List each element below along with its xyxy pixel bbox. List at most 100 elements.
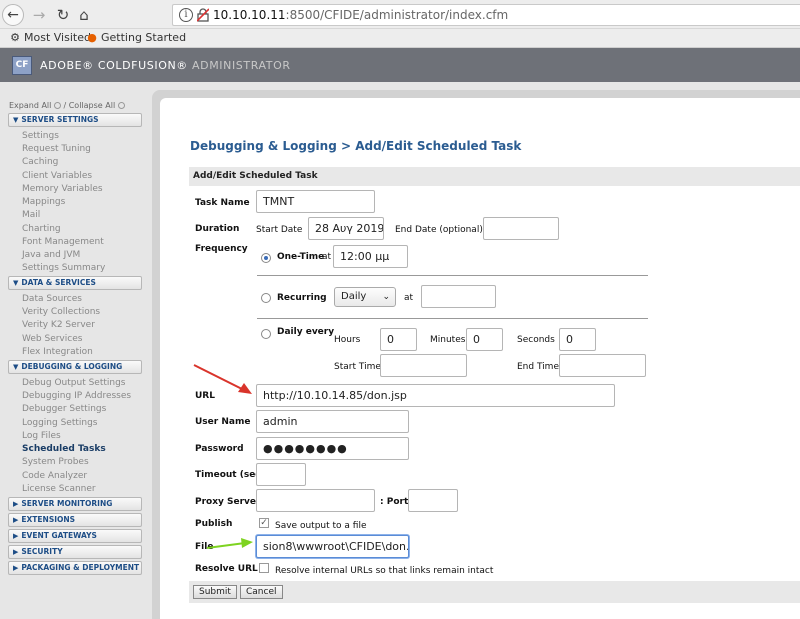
sidebar-item-verity-collections[interactable]: Verity Collections — [22, 307, 100, 317]
seconds-input[interactable]: 0 — [559, 328, 596, 351]
sidebar-item-settings-summary[interactable]: Settings Summary — [22, 263, 105, 273]
sidebar-item-request-tuning[interactable]: Request Tuning — [22, 144, 91, 154]
timeout-input[interactable] — [256, 463, 306, 486]
submit-button[interactable]: Submit — [193, 585, 237, 599]
sidebar-item-memory-variables[interactable]: Memory Variables — [22, 184, 103, 194]
triangle-down-icon: ▼ — [13, 116, 19, 124]
back-icon[interactable]: ← — [2, 4, 24, 26]
insecure-lock-icon[interactable] — [197, 8, 209, 22]
timeout-label: Timeout (sec) — [195, 470, 265, 480]
collapse-all-link[interactable]: Collapse All — [69, 101, 115, 110]
bookmark-getting-started[interactable]: ● Getting Started — [86, 31, 186, 44]
triangle-down-icon: ▼ — [13, 279, 19, 287]
sidebar-item-log-files[interactable]: Log Files — [22, 431, 61, 441]
divider — [257, 275, 648, 276]
section-data-services[interactable]: ▼ DATA & SERVICES — [8, 276, 142, 290]
section-server-monitoring[interactable]: ▶ SERVER MONITORING — [8, 497, 142, 511]
sidebar-item-settings[interactable]: Settings — [22, 131, 59, 141]
recurring-select-value: Daily — [341, 291, 367, 302]
expand-all-link[interactable]: Expand All — [9, 101, 51, 110]
sidebar-item-mail[interactable]: Mail — [22, 210, 40, 220]
start-time-input[interactable] — [380, 354, 467, 377]
expand-icon[interactable] — [53, 102, 61, 109]
cancel-button[interactable]: Cancel — [240, 585, 283, 599]
sidebar-item-verity-k2[interactable]: Verity K2 Server — [22, 320, 95, 330]
section-security[interactable]: ▶ SECURITY — [8, 545, 142, 559]
frequency-label: Frequency — [195, 244, 248, 254]
browser-toolbar: ← → ↻ ⌂ i 10.10.10.11:8500/CFIDE/adminis… — [0, 0, 800, 29]
url-input[interactable]: http://10.10.14.85/don.jsp — [256, 384, 615, 407]
recurring-radio[interactable] — [261, 293, 271, 303]
end-date-input[interactable] — [483, 217, 559, 240]
info-icon[interactable]: i — [179, 8, 193, 22]
sidebar-item-data-sources[interactable]: Data Sources — [22, 294, 82, 304]
proxy-input[interactable] — [256, 489, 375, 512]
home-icon[interactable]: ⌂ — [73, 4, 95, 26]
address-bar[interactable]: i 10.10.10.11:8500/CFIDE/administrator/i… — [172, 4, 800, 26]
minutes-input[interactable]: 0 — [466, 328, 503, 351]
one-time-time-input[interactable]: 12:00 μμ — [333, 245, 408, 268]
sidebar-item-debug-output[interactable]: Debug Output Settings — [22, 378, 126, 388]
sidebar-item-flex-integration[interactable]: Flex Integration — [22, 347, 93, 357]
password-label: Password — [195, 444, 244, 454]
sidebar-item-charting[interactable]: Charting — [22, 224, 61, 234]
form-header: Add/Edit Scheduled Task — [189, 167, 800, 186]
seconds-label: Seconds — [517, 335, 555, 345]
cf-header: CF ADOBE® COLDFUSION® ADMINISTRATOR — [0, 48, 800, 82]
section-packaging-deployment[interactable]: ▶ PACKAGING & DEPLOYMENT — [8, 561, 142, 575]
recurring-select[interactable]: Daily ⌄ — [334, 287, 396, 307]
section-debugging-logging[interactable]: ▼ DEBUGGING & LOGGING — [8, 360, 142, 374]
triangle-right-icon: ▶ — [13, 500, 19, 508]
divider — [257, 318, 648, 319]
sidebar-item-code-analyzer[interactable]: Code Analyzer — [22, 471, 87, 481]
end-time-input[interactable] — [559, 354, 646, 377]
section-server-settings[interactable]: ▼ SERVER SETTINGS — [8, 113, 142, 127]
username-input[interactable]: admin — [256, 410, 409, 433]
bookmark-most-visited[interactable]: ⚙ Most Visited — [9, 31, 91, 44]
sidebar-item-debugger-settings[interactable]: Debugger Settings — [22, 404, 106, 414]
sidebar-item-license-scanner[interactable]: License Scanner — [22, 484, 96, 494]
task-name-input[interactable]: TMNT — [256, 190, 375, 213]
sidebar-item-mappings[interactable]: Mappings — [22, 197, 65, 207]
triangle-right-icon: ▶ — [13, 564, 19, 572]
sidebar-item-scheduled-tasks[interactable]: Scheduled Tasks — [22, 444, 106, 454]
file-input[interactable]: sion8\wwwroot\CFIDE\don.jsp — [256, 535, 409, 558]
sidebar-item-font-management[interactable]: Font Management — [22, 237, 104, 247]
port-input[interactable] — [408, 489, 458, 512]
publish-checkbox[interactable]: ✓ — [259, 518, 269, 528]
username-label: User Name — [195, 417, 251, 427]
sidebar-item-logging-settings[interactable]: Logging Settings — [22, 418, 97, 428]
start-date-label: Start Date — [256, 225, 303, 235]
resolve-url-label: Resolve URL — [195, 564, 258, 574]
expand-collapse: Expand All / Collapse All — [9, 101, 125, 110]
chevron-down-icon: ⌄ — [382, 292, 390, 302]
sidebar-item-system-probes[interactable]: System Probes — [22, 457, 89, 467]
red-arrow-annotation — [193, 364, 252, 394]
hours-label: Hours — [334, 335, 361, 345]
section-event-gateways[interactable]: ▶ EVENT GATEWAYS — [8, 529, 142, 543]
triangle-right-icon: ▶ — [13, 548, 19, 556]
daily-every-radio[interactable] — [261, 329, 271, 339]
task-name-label: Task Name — [195, 198, 250, 208]
collapse-icon[interactable] — [117, 102, 125, 109]
green-arrow-annotation — [206, 538, 253, 549]
page-title: Debugging & Logging > Add/Edit Scheduled… — [190, 139, 522, 153]
port-label: : Port — [380, 497, 409, 507]
one-time-at-label: at — [322, 252, 332, 262]
sidebar-item-web-services[interactable]: Web Services — [22, 334, 82, 344]
forward-icon[interactable]: → — [28, 4, 50, 26]
section-extensions[interactable]: ▶ EXTENSIONS — [8, 513, 142, 527]
sidebar-item-caching[interactable]: Caching — [22, 157, 58, 167]
hours-input[interactable]: 0 — [380, 328, 417, 351]
start-date-input[interactable]: 28 Αυγ 2019 — [308, 217, 384, 240]
reload-icon[interactable]: ↻ — [52, 4, 74, 26]
sidebar-item-debug-ip[interactable]: Debugging IP Addresses — [22, 391, 131, 401]
sidebar-item-java-jvm[interactable]: Java and JVM — [22, 250, 80, 260]
sidebar-item-client-variables[interactable]: Client Variables — [22, 171, 92, 181]
one-time-radio[interactable] — [261, 253, 271, 263]
recurring-time-input[interactable] — [421, 285, 496, 308]
password-input[interactable]: ●●●●●●●● — [256, 437, 409, 460]
resolve-url-checkbox[interactable] — [259, 563, 269, 573]
triangle-right-icon: ▶ — [13, 532, 19, 540]
daily-every-label: Daily every — [277, 327, 335, 337]
